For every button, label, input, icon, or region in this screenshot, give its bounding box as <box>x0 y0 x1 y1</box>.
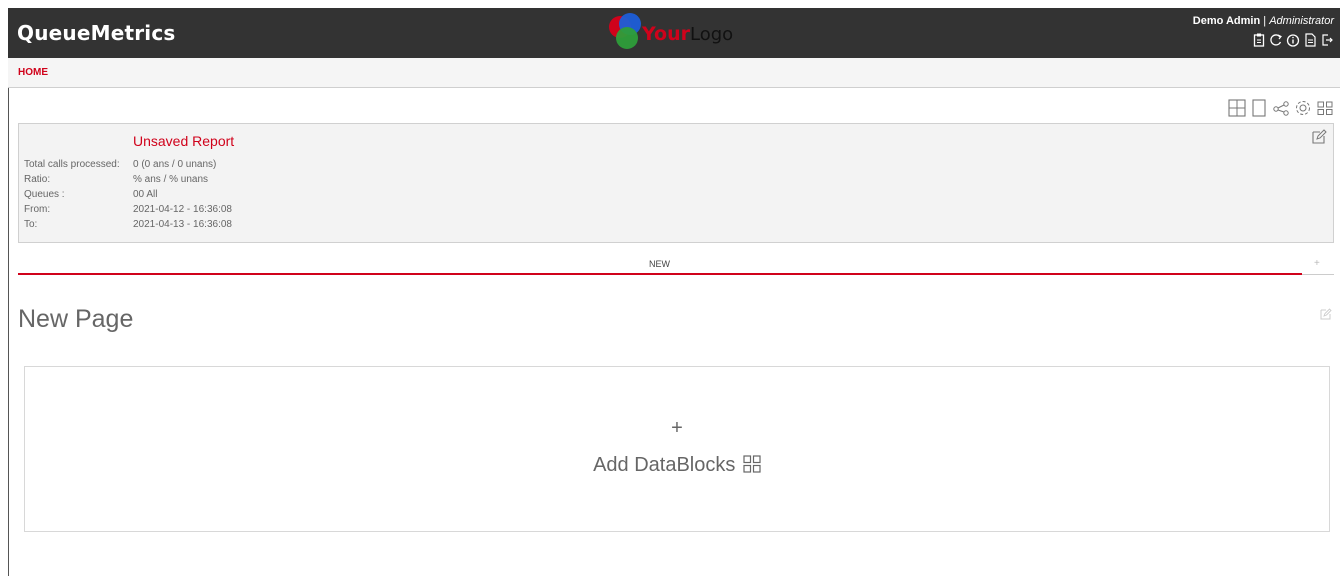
header-icons <box>1252 32 1334 48</box>
blocks-icon[interactable] <box>1316 99 1334 117</box>
report-row-value: 00 All <box>133 189 158 200</box>
report-row-value: 2021-04-12 - 16:36:08 <box>133 204 232 215</box>
report-row: Ratio: % ans / % unans <box>24 174 208 185</box>
brand-name[interactable]: QueueMetrics <box>17 21 176 45</box>
tab-new[interactable]: NEW <box>649 259 670 269</box>
report-row-label: Total calls processed: <box>24 159 120 170</box>
logout-icon[interactable] <box>1320 32 1334 48</box>
document-icon[interactable] <box>1303 32 1317 48</box>
tab-divider <box>1302 274 1334 275</box>
report-row-label: Queues : <box>24 189 65 200</box>
user-role: Administrator <box>1269 15 1334 27</box>
top-header-bar: QueueMetrics Your Logo Demo Admin | Admi… <box>8 8 1340 58</box>
user-info: Demo Admin | Administrator <box>1193 15 1334 27</box>
report-summary: Unsaved Report Total calls processed: 0 (… <box>18 123 1334 243</box>
add-datablocks-area[interactable]: + Add DataBlocks <box>24 366 1330 532</box>
settings-icon[interactable] <box>1294 99 1312 117</box>
left-border <box>8 88 9 576</box>
report-row: Queues : 00 All <box>24 189 157 200</box>
report-row-label: From: <box>24 204 51 215</box>
report-toolbar <box>1228 99 1334 117</box>
user-name: Demo Admin <box>1192 15 1261 27</box>
report-row: Total calls processed: 0 (0 ans / 0 unans… <box>24 159 216 170</box>
datablocks-icon <box>743 455 761 473</box>
add-datablocks-button[interactable]: Add DataBlocks <box>25 454 1329 477</box>
clipboard-icon[interactable] <box>1252 32 1266 48</box>
add-tab-button[interactable]: + <box>1314 258 1320 269</box>
report-row: From: 2021-04-12 - 16:36:08 <box>24 204 232 215</box>
report-row-value: 2021-04-13 - 16:36:08 <box>133 219 232 230</box>
share-icon[interactable] <box>1272 99 1290 117</box>
active-tab-underline <box>18 273 1302 275</box>
add-datablock-plus[interactable]: + <box>25 417 1329 440</box>
report-title: Unsaved Report <box>133 133 235 149</box>
logo-text-logo: Logo <box>690 24 733 45</box>
report-row-value: 0 (0 ans / 0 unans) <box>133 159 217 170</box>
report-row-value: % ans / % unans <box>133 174 209 185</box>
breadcrumb: HOME <box>8 58 1340 88</box>
edit-report-icon[interactable] <box>1311 129 1327 145</box>
report-row-label: To: <box>24 219 38 230</box>
report-row-label: Ratio: <box>24 174 51 185</box>
breadcrumb-home[interactable]: HOME <box>18 67 48 78</box>
add-grid-icon[interactable] <box>1228 99 1246 117</box>
page-title: New Page <box>18 305 134 333</box>
refresh-icon[interactable] <box>1269 32 1283 48</box>
logo-text-your: Your <box>641 23 691 45</box>
report-row: To: 2021-04-13 - 16:36:08 <box>24 219 232 230</box>
company-logo: Your Logo <box>598 10 778 56</box>
info-icon[interactable] <box>1286 32 1300 48</box>
user-separator: | <box>1260 15 1270 27</box>
edit-page-icon[interactable] <box>1320 307 1332 320</box>
page-icon[interactable] <box>1250 99 1268 117</box>
add-datablocks-label[interactable]: Add DataBlocks <box>593 454 735 476</box>
